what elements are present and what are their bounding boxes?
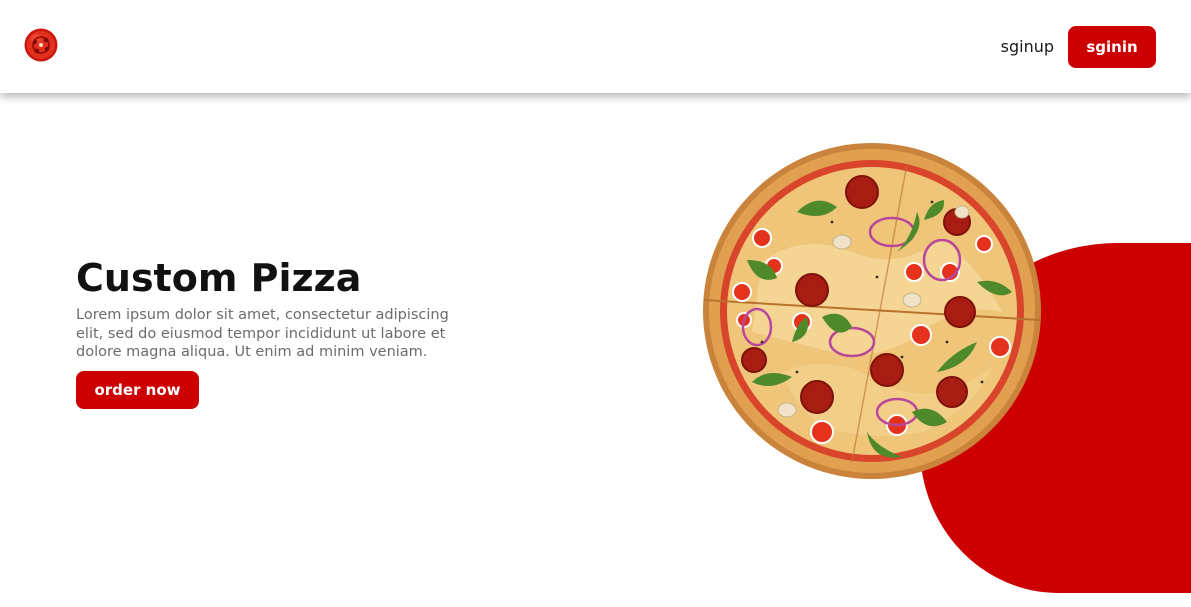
landing-page: sginup sginin Custom Pizza Lorem ipsum d… — [0, 0, 1191, 607]
signup-link[interactable]: sginup — [1001, 36, 1054, 58]
hero-description: Lorem ipsum dolor sit amet, consectetur … — [76, 307, 449, 360]
signin-button[interactable]: sginin — [1068, 26, 1156, 68]
order-now-button[interactable]: order now — [76, 371, 199, 409]
site-header: sginup sginin — [0, 0, 1191, 93]
pizza-image — [702, 142, 1042, 480]
tomato-logo-icon[interactable] — [24, 28, 58, 62]
hero-title: Custom Pizza — [76, 256, 362, 300]
tomato-logo-svg — [24, 28, 58, 62]
pizza-illustration — [703, 143, 1041, 479]
